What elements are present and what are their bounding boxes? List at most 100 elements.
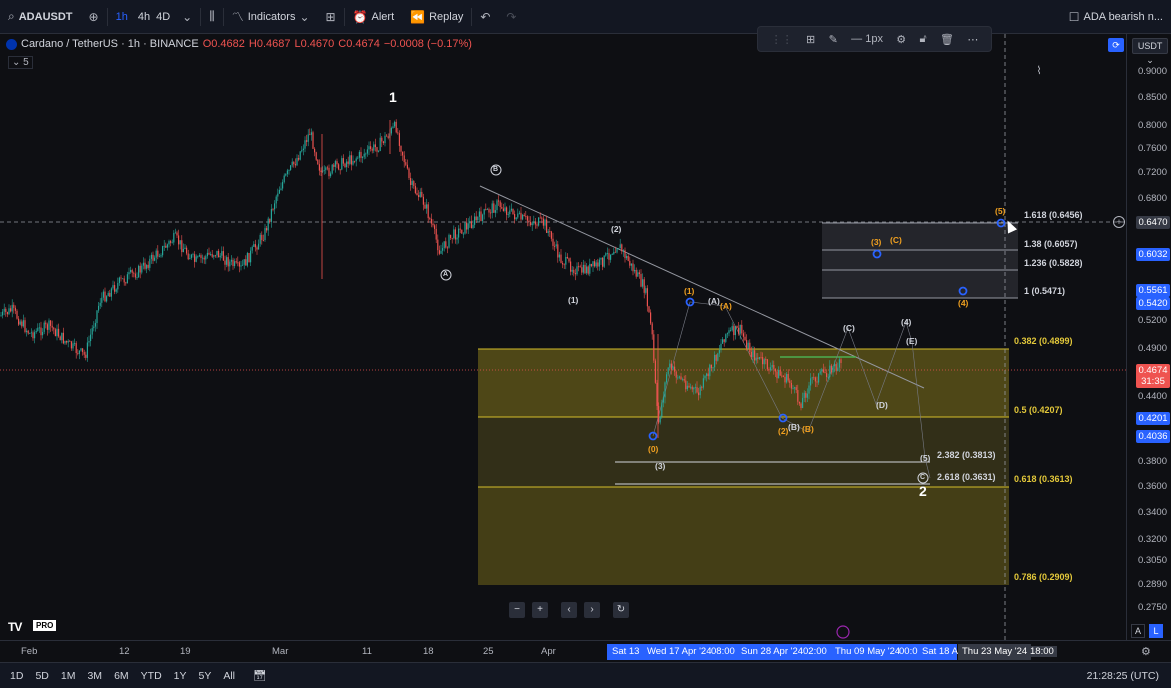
range-1d[interactable]: 1D bbox=[10, 670, 23, 682]
interval-4h[interactable]: 4h bbox=[136, 0, 152, 34]
chart-pane[interactable] bbox=[0, 34, 1126, 640]
range-5d[interactable]: 5D bbox=[35, 670, 48, 682]
templates-button[interactable]: ⊞ bbox=[318, 0, 344, 34]
replay-label: Replay bbox=[429, 10, 464, 23]
candle-body bbox=[258, 243, 260, 250]
auto-scale-button[interactable]: ⟳ bbox=[1108, 38, 1124, 52]
price-axis[interactable]: 0.9000 0.8500 0.8000 0.7600 0.7200 0.6800 0.52… bbox=[1126, 34, 1171, 640]
indicator-overlay-button[interactable]: ⌇ bbox=[1028, 60, 1050, 82]
gear-icon: ⚙ bbox=[1141, 646, 1151, 658]
wave-label-p4-white: (4) bbox=[901, 317, 912, 327]
candle-body bbox=[387, 136, 389, 138]
reset-chart-button[interactable]: ↻ bbox=[613, 602, 629, 618]
legend-collapse[interactable]: ⌄ 5 bbox=[8, 56, 33, 69]
bar-countdown: 31:35 bbox=[1141, 376, 1165, 387]
candle-body bbox=[830, 365, 832, 373]
more-icon[interactable]: ⋯ bbox=[967, 33, 978, 46]
candle-body bbox=[517, 213, 519, 218]
currency-selector[interactable]: USDT ⌄ bbox=[1132, 38, 1168, 65]
redo-button[interactable]: ↷ bbox=[498, 0, 524, 34]
wave-label-C: C bbox=[920, 474, 926, 481]
range-1m[interactable]: 1M bbox=[61, 670, 76, 682]
price-mode-log[interactable]: L bbox=[1149, 624, 1163, 638]
candle-body bbox=[270, 209, 272, 222]
symbol-search[interactable]: ⌕ ADAUSDT bbox=[0, 0, 81, 34]
scroll-left-button[interactable]: ‹ bbox=[561, 602, 577, 618]
indicators-button[interactable]: 〽 Indicators ⌄ bbox=[224, 0, 318, 34]
candle-body bbox=[405, 162, 407, 165]
candle-body bbox=[126, 274, 128, 284]
alert-button[interactable]: ⏰ Alert bbox=[345, 0, 403, 34]
indicators-icon: 〽 bbox=[231, 10, 244, 24]
wave-pattern-icon: ⌇ bbox=[1036, 65, 1042, 77]
candle-body bbox=[765, 359, 767, 361]
price-tick: 0.3600 bbox=[1137, 481, 1167, 492]
undo-button[interactable]: ↶ bbox=[472, 0, 498, 34]
candle-body bbox=[98, 305, 100, 311]
compare-symbol-button[interactable]: ⊕ bbox=[81, 0, 107, 34]
candle-body bbox=[306, 140, 308, 142]
layout-button[interactable]: ☐ ADA bearish n... bbox=[1061, 0, 1171, 34]
candle-body bbox=[682, 379, 684, 380]
candle-body bbox=[91, 328, 93, 335]
chart-canvas[interactable] bbox=[0, 34, 1126, 640]
candle-body bbox=[411, 181, 413, 185]
alarm-icon: ⏰ bbox=[352, 9, 368, 24]
lock-icon[interactable]: 🔓︎ bbox=[920, 33, 927, 46]
candle-body bbox=[382, 141, 384, 144]
candle-body bbox=[662, 397, 664, 403]
candle-body bbox=[587, 266, 589, 274]
range-5y[interactable]: 5Y bbox=[199, 670, 212, 682]
candle-body bbox=[442, 248, 444, 251]
line-width-button[interactable]: — 1px bbox=[851, 33, 883, 45]
chart-type-button[interactable]: ⫼ bbox=[201, 0, 223, 34]
event-marker[interactable] bbox=[836, 625, 850, 639]
zoom-in-button[interactable]: + bbox=[532, 602, 548, 618]
candle-body bbox=[133, 272, 135, 274]
range-3m[interactable]: 3M bbox=[87, 670, 102, 682]
date-range-button[interactable]: 📅︎ bbox=[253, 669, 266, 682]
candle-body bbox=[261, 234, 263, 240]
candle-body bbox=[712, 367, 714, 369]
candle-body bbox=[102, 291, 104, 298]
candle-body bbox=[83, 352, 85, 355]
candle-body bbox=[726, 333, 728, 335]
pencil-icon[interactable]: ✎ bbox=[829, 33, 838, 46]
time-axis-settings[interactable]: ⚙ bbox=[1141, 645, 1151, 658]
range-ytd[interactable]: YTD bbox=[141, 670, 162, 682]
template-icon[interactable]: ⊞ bbox=[806, 33, 815, 46]
price-mode-auto[interactable]: A bbox=[1131, 624, 1145, 638]
price-crosshair-add-button[interactable]: + bbox=[1113, 216, 1125, 228]
candle-body bbox=[120, 277, 122, 279]
range-1y[interactable]: 1Y bbox=[174, 670, 187, 682]
candle-body bbox=[656, 382, 658, 407]
interval-1h[interactable]: 1h bbox=[108, 0, 136, 34]
interval-4d[interactable]: 4D bbox=[152, 0, 174, 34]
scroll-right-button[interactable]: › bbox=[584, 602, 600, 618]
candle-body bbox=[498, 200, 500, 202]
drag-handle-icon[interactable]: ⋮⋮ bbox=[771, 33, 793, 46]
trash-icon[interactable]: 🗑︎ bbox=[940, 33, 954, 46]
tradingview-logo[interactable]: TV bbox=[8, 620, 22, 634]
replay-button[interactable]: ⏪ Replay bbox=[402, 0, 471, 34]
time-axis[interactable]: Feb 12 19 Mar 11 18 25 Apr Sat 13 Wed 17… bbox=[0, 640, 1171, 662]
range-6m[interactable]: 6M bbox=[114, 670, 129, 682]
interval-dropdown[interactable]: ⌄ bbox=[174, 0, 200, 34]
utc-clock[interactable]: 21:28:25 (UTC) bbox=[1087, 670, 1159, 682]
settings-icon[interactable]: ⚙ bbox=[896, 33, 906, 46]
zoom-out-button[interactable]: − bbox=[509, 602, 525, 618]
candle-body bbox=[350, 155, 352, 165]
range-all[interactable]: All bbox=[223, 670, 235, 682]
candle-body bbox=[178, 235, 180, 245]
candle-body bbox=[253, 244, 255, 247]
candle-body bbox=[173, 233, 175, 243]
candle-body bbox=[810, 378, 812, 386]
candle-body bbox=[496, 200, 498, 211]
time-label-mar: Mar bbox=[272, 646, 289, 657]
candle-body bbox=[518, 212, 520, 214]
candle-body bbox=[174, 232, 176, 234]
candle-body bbox=[459, 228, 461, 230]
wave-label-pB-orange: (B) bbox=[802, 424, 814, 434]
candle-body bbox=[834, 364, 836, 367]
candle-body bbox=[342, 158, 344, 164]
